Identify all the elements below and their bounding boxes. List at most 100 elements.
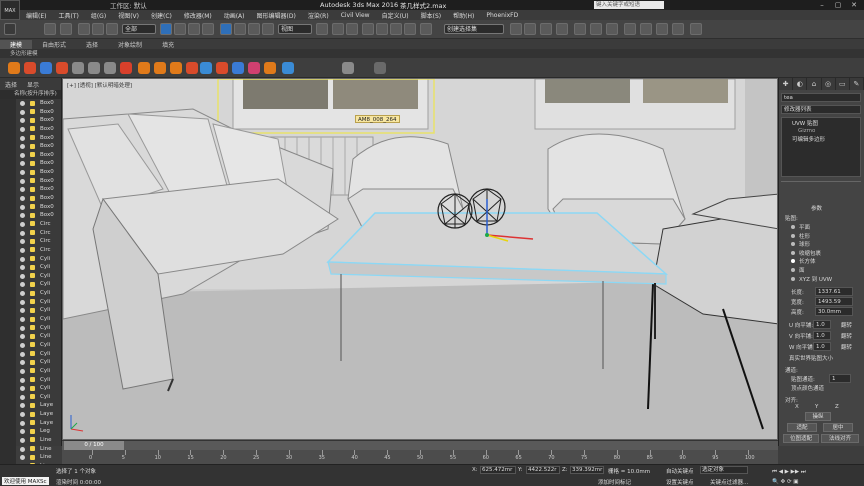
display-tab-icon[interactable]: ▭ <box>836 78 850 90</box>
visibility-icon[interactable] <box>20 377 25 383</box>
list-item[interactable]: Box0 <box>0 194 61 203</box>
menu-item-2[interactable]: 组(G) <box>85 11 112 20</box>
menu-item-8[interactable]: 渲染(R) <box>302 11 335 20</box>
v-tile-field[interactable]: 1.0 <box>813 331 831 340</box>
mapping-radio-4[interactable] <box>791 259 795 264</box>
mapping-radio-1[interactable] <box>791 233 795 238</box>
visibility-icon[interactable] <box>20 265 25 271</box>
phoenix-ocean-icon[interactable] <box>56 62 68 74</box>
bitmap-fit-button[interactable]: 位图适配 <box>783 434 819 443</box>
list-item[interactable]: Cyli <box>0 298 61 307</box>
visibility-icon[interactable] <box>20 256 25 262</box>
menu-item-0[interactable]: 编辑(E) <box>20 11 52 20</box>
close-icon[interactable]: ✕ <box>846 0 862 10</box>
list-item[interactable]: Cyli <box>0 280 61 289</box>
list-item[interactable]: Cyli <box>0 376 61 385</box>
list-item[interactable]: Line <box>0 445 61 454</box>
phoenix-splash-icon[interactable] <box>186 62 198 74</box>
list-item[interactable]: Box0 <box>0 134 61 143</box>
list-item[interactable]: Cyli <box>0 367 61 376</box>
phoenix-source-icon[interactable] <box>40 62 52 74</box>
phoenix-fire-icon[interactable] <box>8 62 20 74</box>
visibility-icon[interactable] <box>20 412 25 418</box>
menu-item-11[interactable]: 脚本(S) <box>415 11 448 20</box>
utilities-tab-icon[interactable]: ✎ <box>850 78 864 90</box>
mapping-radio-3[interactable] <box>791 250 795 255</box>
undo-icon[interactable] <box>4 23 16 35</box>
menu-item-9[interactable]: Civil View <box>335 12 376 19</box>
list-item[interactable]: Box0 <box>0 125 61 134</box>
y-coord-field[interactable]: 4422.522r <box>526 466 560 474</box>
spinner-snap-icon[interactable] <box>404 23 416 35</box>
snap-3d-icon[interactable] <box>362 23 374 35</box>
fit-button[interactable]: 适配 <box>787 423 817 432</box>
width-field[interactable]: 1493.59 <box>815 297 853 306</box>
set-key-button[interactable]: 设置关键点 <box>666 478 694 486</box>
list-item[interactable]: Box0 <box>0 99 61 108</box>
motion-tab-icon[interactable]: ◎ <box>822 78 836 90</box>
w-tile-field[interactable]: 1.0 <box>813 342 831 351</box>
align-y-radio[interactable]: Y <box>815 404 818 410</box>
rendered-frame-icon[interactable] <box>640 23 652 35</box>
list-item[interactable]: Circ <box>0 246 61 255</box>
schematic-view-icon[interactable] <box>590 23 602 35</box>
visibility-icon[interactable] <box>20 368 25 374</box>
render-setup-icon[interactable] <box>624 23 636 35</box>
visibility-icon[interactable] <box>20 394 25 400</box>
visibility-icon[interactable] <box>20 152 25 158</box>
visibility-icon[interactable] <box>20 325 25 331</box>
stack-item-uvw[interactable]: UVW 贴图 <box>782 118 860 127</box>
list-item[interactable]: Cyli <box>0 315 61 324</box>
list-item[interactable]: Cyli <box>0 272 61 281</box>
list-item[interactable]: Box0 <box>0 168 61 177</box>
visibility-icon[interactable] <box>20 334 25 340</box>
menu-item-5[interactable]: 修改器(M) <box>178 11 218 20</box>
list-item[interactable]: Cyli <box>0 289 61 298</box>
scale-icon[interactable] <box>248 23 260 35</box>
selected-set-dropdown[interactable]: 选定对象 <box>700 466 748 474</box>
play-icon[interactable] <box>72 62 84 74</box>
center-button[interactable]: 居中 <box>823 423 853 432</box>
render-production-icon[interactable] <box>656 23 668 35</box>
map-channel-field[interactable]: 1 <box>829 374 851 383</box>
visibility-icon[interactable] <box>20 161 25 167</box>
visibility-icon[interactable] <box>20 101 25 106</box>
ribbon-tab-3[interactable]: 对象绘制 <box>108 40 152 49</box>
select-object-icon[interactable] <box>160 23 172 35</box>
visibility-icon[interactable] <box>20 351 25 357</box>
list-item[interactable]: Cyli <box>0 358 61 367</box>
material-editor-icon[interactable] <box>606 23 618 35</box>
phoenix-smoke-icon[interactable] <box>216 62 228 74</box>
modify-tab-icon[interactable]: ◐ <box>793 78 808 90</box>
visibility-icon[interactable] <box>20 109 25 115</box>
list-item[interactable]: Laye <box>0 419 61 428</box>
vertex-color-channel-radio[interactable]: 顶点颜色通道 <box>791 384 824 392</box>
menu-item-1[interactable]: 工具(T) <box>52 11 84 20</box>
phoenix-wind-icon[interactable] <box>248 62 260 74</box>
visibility-icon[interactable] <box>20 446 25 452</box>
list-item[interactable]: Box0 <box>0 211 61 220</box>
align-z-radio[interactable]: Z <box>835 404 839 410</box>
minimize-icon[interactable]: – <box>814 0 830 10</box>
list-item[interactable]: Cyli <box>0 393 61 402</box>
list-item[interactable]: Cyli <box>0 324 61 333</box>
phoenix-camera-icon[interactable] <box>342 62 354 74</box>
height-field[interactable]: 30.0mm <box>815 307 853 316</box>
render-active-icon[interactable] <box>672 23 684 35</box>
list-item[interactable]: Circ <box>0 220 61 229</box>
tab-display[interactable]: 显示 <box>22 80 44 89</box>
visibility-icon[interactable] <box>20 187 25 193</box>
stack-item-editable-poly[interactable]: 可编辑多边形 <box>782 134 860 143</box>
u-tile-field[interactable]: 1.0 <box>813 320 831 329</box>
select-by-name-icon[interactable] <box>174 23 186 35</box>
x-coord-field[interactable]: 625.472mr <box>480 466 516 474</box>
visibility-icon[interactable] <box>20 239 25 245</box>
v-flip-label[interactable]: 翻转 <box>841 332 852 340</box>
pivot-icon[interactable] <box>316 23 328 35</box>
move-icon[interactable] <box>220 23 232 35</box>
length-field[interactable]: 1337.61 <box>815 287 853 296</box>
visibility-icon[interactable] <box>20 455 25 461</box>
visibility-icon[interactable] <box>20 221 25 227</box>
list-item[interactable]: Box0 <box>0 142 61 151</box>
select-manipulate-icon[interactable] <box>332 23 344 35</box>
